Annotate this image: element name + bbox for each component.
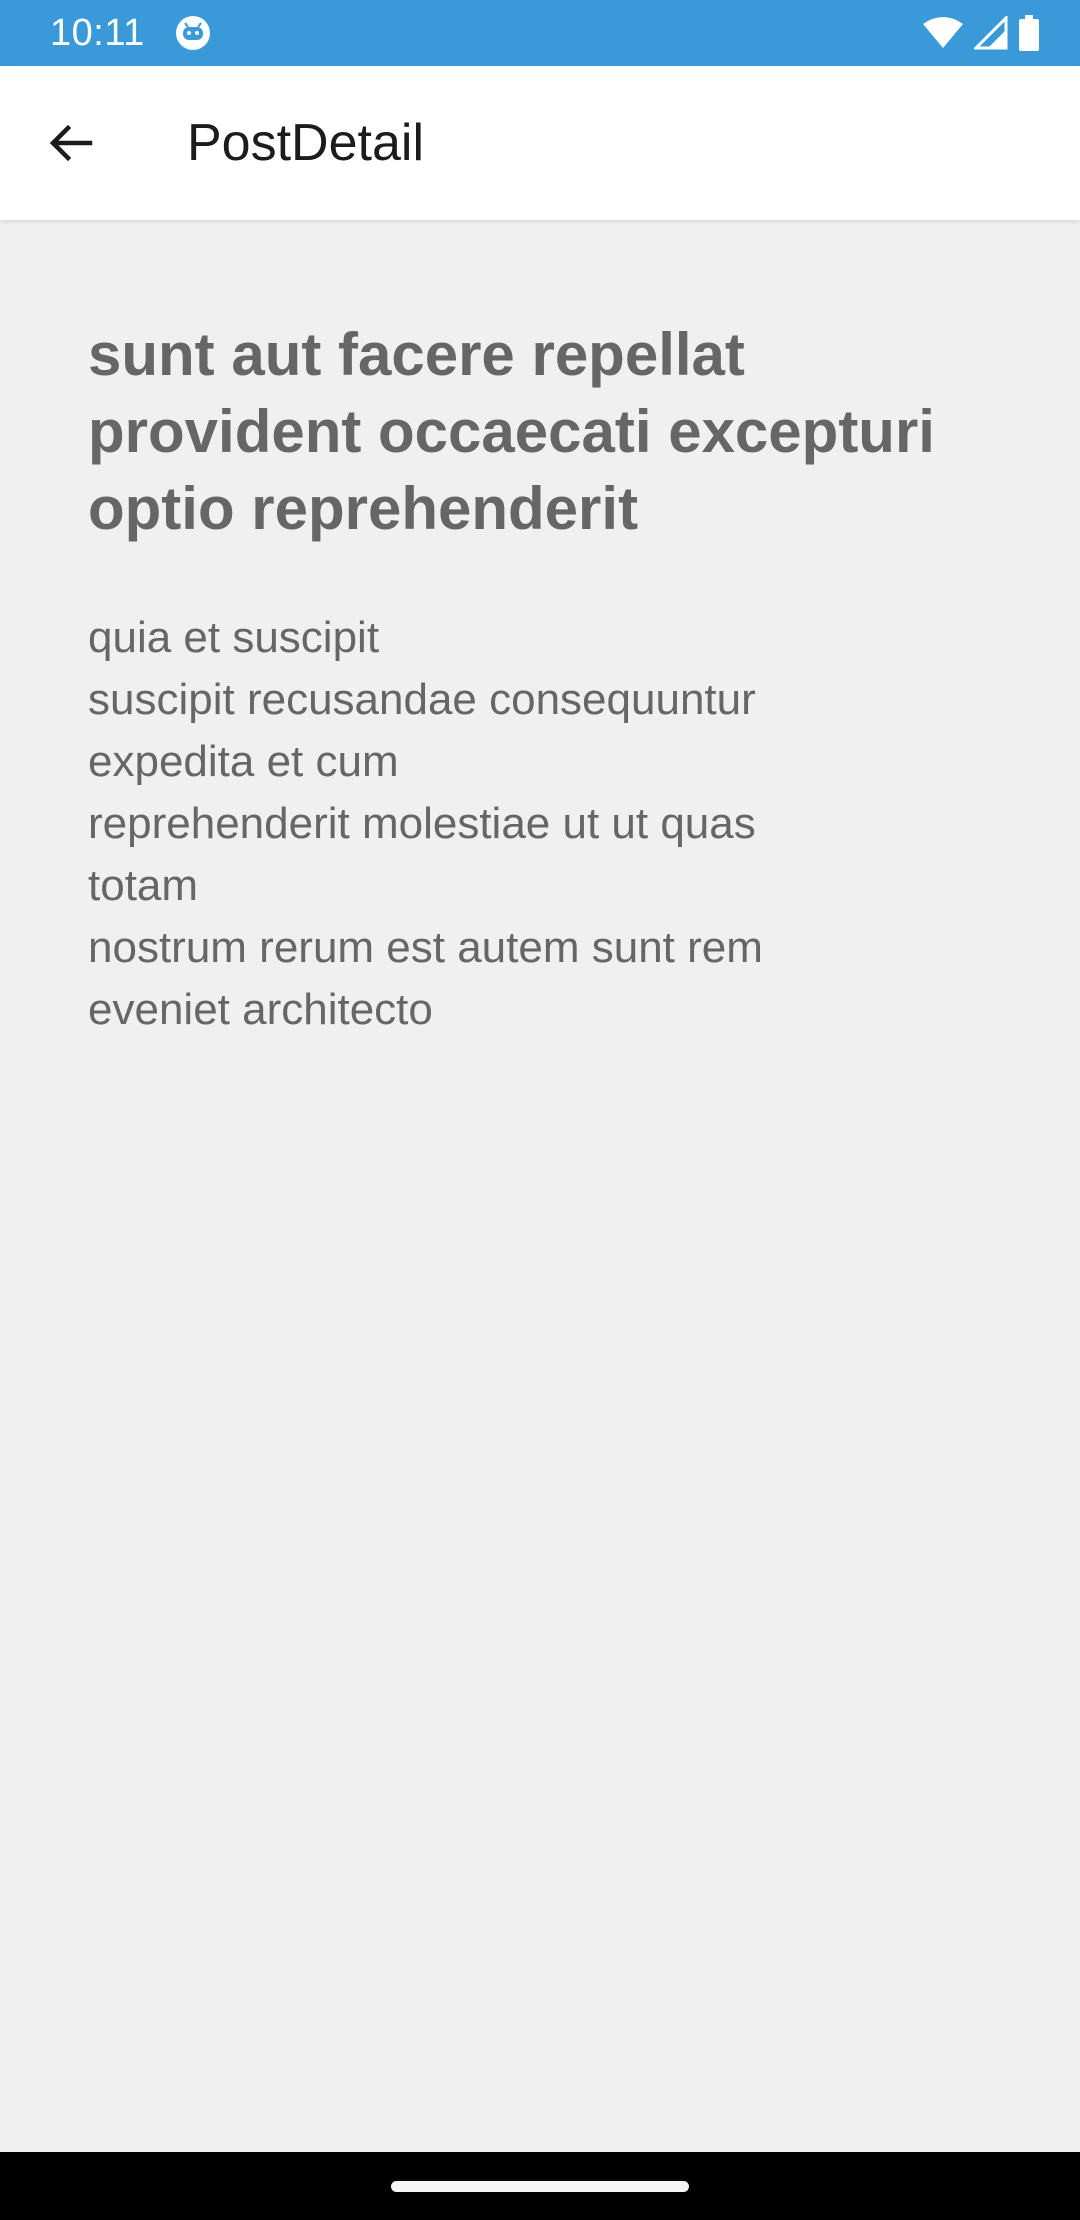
wifi-icon xyxy=(922,16,964,50)
post-title: sunt aut facere repellat provident occae… xyxy=(88,321,935,542)
status-icons xyxy=(922,14,1040,52)
battery-icon xyxy=(1018,15,1040,51)
page-title: PostDetail xyxy=(187,114,424,172)
android-debug-icon xyxy=(174,14,212,52)
status-time: 10:11 xyxy=(50,12,145,54)
status-bar: 10:11 xyxy=(0,0,1080,66)
navigation-bar xyxy=(0,2152,1080,2220)
home-gesture-handle[interactable] xyxy=(391,2181,689,2192)
back-button[interactable] xyxy=(30,105,110,185)
app-bar: PostDetail xyxy=(0,66,1080,220)
arrow-back-icon xyxy=(46,119,94,172)
post-detail: sunt aut facere repellat provident occae… xyxy=(88,316,988,1041)
signal-icon xyxy=(974,16,1008,50)
post-body: quia et suscipit suscipit recusandae con… xyxy=(88,613,763,1034)
